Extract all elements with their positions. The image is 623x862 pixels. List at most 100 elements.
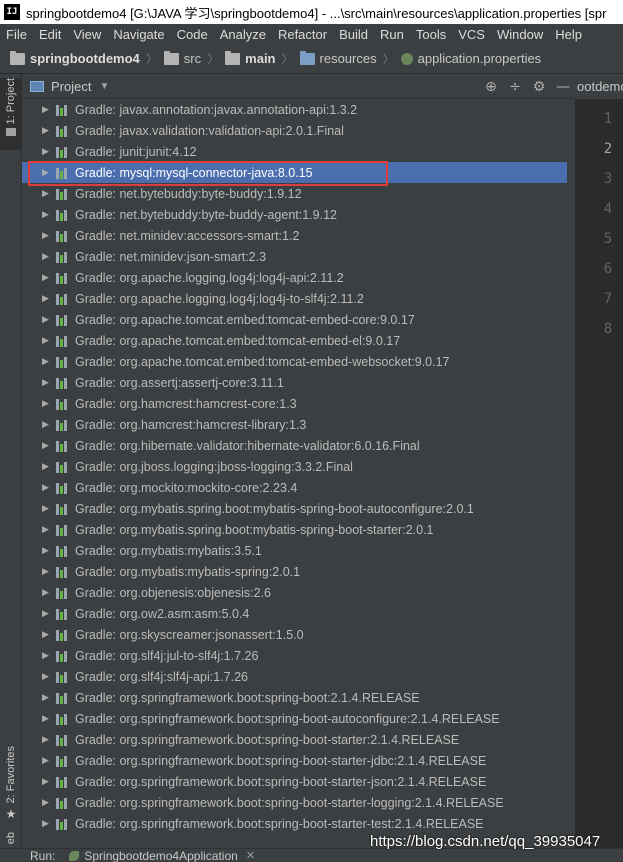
expand-arrow-icon[interactable]: ▶ <box>42 630 52 640</box>
tree-item[interactable]: ▶ Gradle: org.apache.tomcat.embed:tomcat-… <box>22 309 567 330</box>
tree-item[interactable]: ▶ Gradle: org.mybatis:mybatis-spring:2.0.… <box>22 561 567 582</box>
tree-item[interactable]: ▶ Gradle: org.mybatis.spring.boot:mybatis… <box>22 519 567 540</box>
collapse-icon[interactable]: ÷ <box>503 79 527 95</box>
tree-item[interactable]: ▶ Gradle: org.apache.logging.log4j:log4j-… <box>22 267 567 288</box>
tree-item[interactable]: ▶ Gradle: org.springframework.boot:spring… <box>22 708 567 729</box>
breadcrumb-item[interactable]: springbootdemo4 <box>10 50 140 66</box>
menu-item-navigate[interactable]: Navigate <box>107 27 170 42</box>
menu-item-analyze[interactable]: Analyze <box>214 27 272 42</box>
menu-item-build[interactable]: Build <box>333 27 374 42</box>
tree-item[interactable]: ▶ Gradle: net.minidev:accessors-smart:1.2 <box>22 225 567 246</box>
tree-item[interactable]: ▶ Gradle: org.springframework.boot:spring… <box>22 750 567 771</box>
tree-item[interactable]: ▶ Gradle: org.springframework.boot:spring… <box>22 792 567 813</box>
expand-arrow-icon[interactable]: ▶ <box>42 693 52 703</box>
expand-arrow-icon[interactable]: ▶ <box>42 378 52 388</box>
tree-item[interactable]: ▶ Gradle: junit:junit:4.12 <box>22 141 567 162</box>
expand-arrow-icon[interactable]: ▶ <box>42 294 52 304</box>
expand-arrow-icon[interactable]: ▶ <box>42 315 52 325</box>
run-config-tab[interactable]: Springbootdemo4Application ✕ <box>69 849 255 862</box>
tree-item[interactable]: ▶ Gradle: org.mybatis:mybatis:3.5.1 <box>22 540 567 561</box>
tree-item[interactable]: ▶ Gradle: org.mybatis.spring.boot:mybatis… <box>22 498 567 519</box>
expand-arrow-icon[interactable]: ▶ <box>42 126 52 136</box>
expand-arrow-icon[interactable]: ▶ <box>42 672 52 682</box>
tree-item[interactable]: ▶ Gradle: org.slf4j:jul-to-slf4j:1.7.26 <box>22 645 567 666</box>
tree-item[interactable]: ▶ Gradle: org.mockito:mockito-core:2.23.4 <box>22 477 567 498</box>
expand-arrow-icon[interactable]: ▶ <box>42 147 52 157</box>
menu-item-tools[interactable]: Tools <box>410 27 452 42</box>
expand-arrow-icon[interactable]: ▶ <box>42 798 52 808</box>
expand-arrow-icon[interactable]: ▶ <box>42 504 52 514</box>
tree-item[interactable]: ▶ Gradle: net.bytebuddy:byte-buddy:1.9.12 <box>22 183 567 204</box>
expand-arrow-icon[interactable]: ▶ <box>42 273 52 283</box>
breadcrumb-item[interactable]: application.properties <box>400 51 541 66</box>
tree-item[interactable]: ▶ Gradle: org.skyscreamer:jsonassert:1.5.… <box>22 624 567 645</box>
menu-item-vcs[interactable]: VCS <box>452 27 491 42</box>
expand-arrow-icon[interactable]: ▶ <box>42 756 52 766</box>
tree-item[interactable]: ▶ Gradle: javax.validation:validation-api… <box>22 120 567 141</box>
expand-arrow-icon[interactable]: ▶ <box>42 105 52 115</box>
tree-item[interactable]: ▶ Gradle: org.springframework.boot:spring… <box>22 729 567 750</box>
expand-arrow-icon[interactable]: ▶ <box>42 609 52 619</box>
expand-arrow-icon[interactable]: ▶ <box>42 441 52 451</box>
breadcrumb-item[interactable]: resources <box>299 50 377 66</box>
project-view-selector[interactable]: Project ▼ <box>30 79 109 94</box>
tree-item[interactable]: ▶ Gradle: org.hamcrest:hamcrest-core:1.3 <box>22 393 567 414</box>
editor-tab[interactable]: ootdemo <box>575 74 623 99</box>
menu-item-code[interactable]: Code <box>171 27 214 42</box>
expand-arrow-icon[interactable]: ▶ <box>42 567 52 577</box>
tree-item[interactable]: ▶ Gradle: org.springframework.boot:spring… <box>22 813 567 834</box>
tree-item[interactable]: ▶ Gradle: org.apache.logging.log4j:log4j-… <box>22 288 567 309</box>
tree-item[interactable]: ▶ Gradle: org.slf4j:slf4j-api:1.7.26 <box>22 666 567 687</box>
expand-arrow-icon[interactable]: ▶ <box>42 546 52 556</box>
expand-arrow-icon[interactable]: ▶ <box>42 420 52 430</box>
hide-icon[interactable]: — <box>551 79 575 95</box>
expand-arrow-icon[interactable]: ▶ <box>42 399 52 409</box>
menu-item-file[interactable]: File <box>0 27 33 42</box>
expand-arrow-icon[interactable]: ▶ <box>42 525 52 535</box>
expand-arrow-icon[interactable]: ▶ <box>42 714 52 724</box>
tree-item[interactable]: ▶ Gradle: javax.annotation:javax.annotati… <box>22 99 567 120</box>
tree-item[interactable]: ▶ Gradle: org.assertj:assertj-core:3.11.1 <box>22 372 567 393</box>
tree-item[interactable]: ▶ Gradle: net.minidev:json-smart:2.3 <box>22 246 567 267</box>
globe-icon[interactable]: ⊕ <box>479 79 503 95</box>
tree-item[interactable]: ▶ Gradle: org.ow2.asm:asm:5.0.4 <box>22 603 567 624</box>
expand-arrow-icon[interactable]: ▶ <box>42 588 52 598</box>
tree-item[interactable]: ▶ Gradle: net.bytebuddy:byte-buddy-agent:… <box>22 204 567 225</box>
line-number: 4 <box>603 201 613 217</box>
tab-favorites[interactable]: 2: Favorites ★ <box>0 746 22 830</box>
menu-item-window[interactable]: Window <box>491 27 549 42</box>
breadcrumb-item[interactable]: main <box>225 50 276 66</box>
menu-item-help[interactable]: Help <box>549 27 588 42</box>
expand-arrow-icon[interactable]: ▶ <box>42 777 52 787</box>
expand-arrow-icon[interactable]: ▶ <box>42 168 52 178</box>
expand-arrow-icon[interactable]: ▶ <box>42 252 52 262</box>
tree-item[interactable]: ▶ Gradle: org.apache.tomcat.embed:tomcat-… <box>22 330 567 351</box>
menu-item-edit[interactable]: Edit <box>33 27 67 42</box>
expand-arrow-icon[interactable]: ▶ <box>42 819 52 829</box>
menu-item-view[interactable]: View <box>67 27 107 42</box>
menu-item-run[interactable]: Run <box>374 27 410 42</box>
tree-item[interactable]: ▶ Gradle: org.springframework.boot:spring… <box>22 771 567 792</box>
expand-arrow-icon[interactable]: ▶ <box>42 651 52 661</box>
tree-item[interactable]: ▶ Gradle: org.hamcrest:hamcrest-library:1… <box>22 414 567 435</box>
expand-arrow-icon[interactable]: ▶ <box>42 483 52 493</box>
tree-item[interactable]: ▶ Gradle: org.springframework.boot:spring… <box>22 687 567 708</box>
breadcrumb-item[interactable]: src <box>163 50 201 66</box>
gear-icon[interactable]: ⚙ <box>527 79 551 95</box>
expand-arrow-icon[interactable]: ▶ <box>42 462 52 472</box>
tree-item[interactable]: ▶ Gradle: org.objenesis:objenesis:2.6 <box>22 582 567 603</box>
expand-arrow-icon[interactable]: ▶ <box>42 357 52 367</box>
expand-arrow-icon[interactable]: ▶ <box>42 231 52 241</box>
expand-arrow-icon[interactable]: ▶ <box>42 735 52 745</box>
tab-web[interactable]: eb <box>0 832 22 848</box>
expand-arrow-icon[interactable]: ▶ <box>42 210 52 220</box>
expand-arrow-icon[interactable]: ▶ <box>42 189 52 199</box>
close-icon[interactable]: ✕ <box>246 849 255 862</box>
expand-arrow-icon[interactable]: ▶ <box>42 336 52 346</box>
tab-project[interactable]: 1: Project <box>0 78 22 150</box>
tree-item[interactable]: ▶ Gradle: org.jboss.logging:jboss-logging… <box>22 456 567 477</box>
tree-item[interactable]: ▶ Gradle: org.hibernate.validator:hiberna… <box>22 435 567 456</box>
tree-item[interactable]: ▶ Gradle: org.apache.tomcat.embed:tomcat-… <box>22 351 567 372</box>
tree-item[interactable]: ▶ Gradle: mysql:mysql-connector-java:8.0.… <box>22 162 567 183</box>
menu-item-refactor[interactable]: Refactor <box>272 27 333 42</box>
